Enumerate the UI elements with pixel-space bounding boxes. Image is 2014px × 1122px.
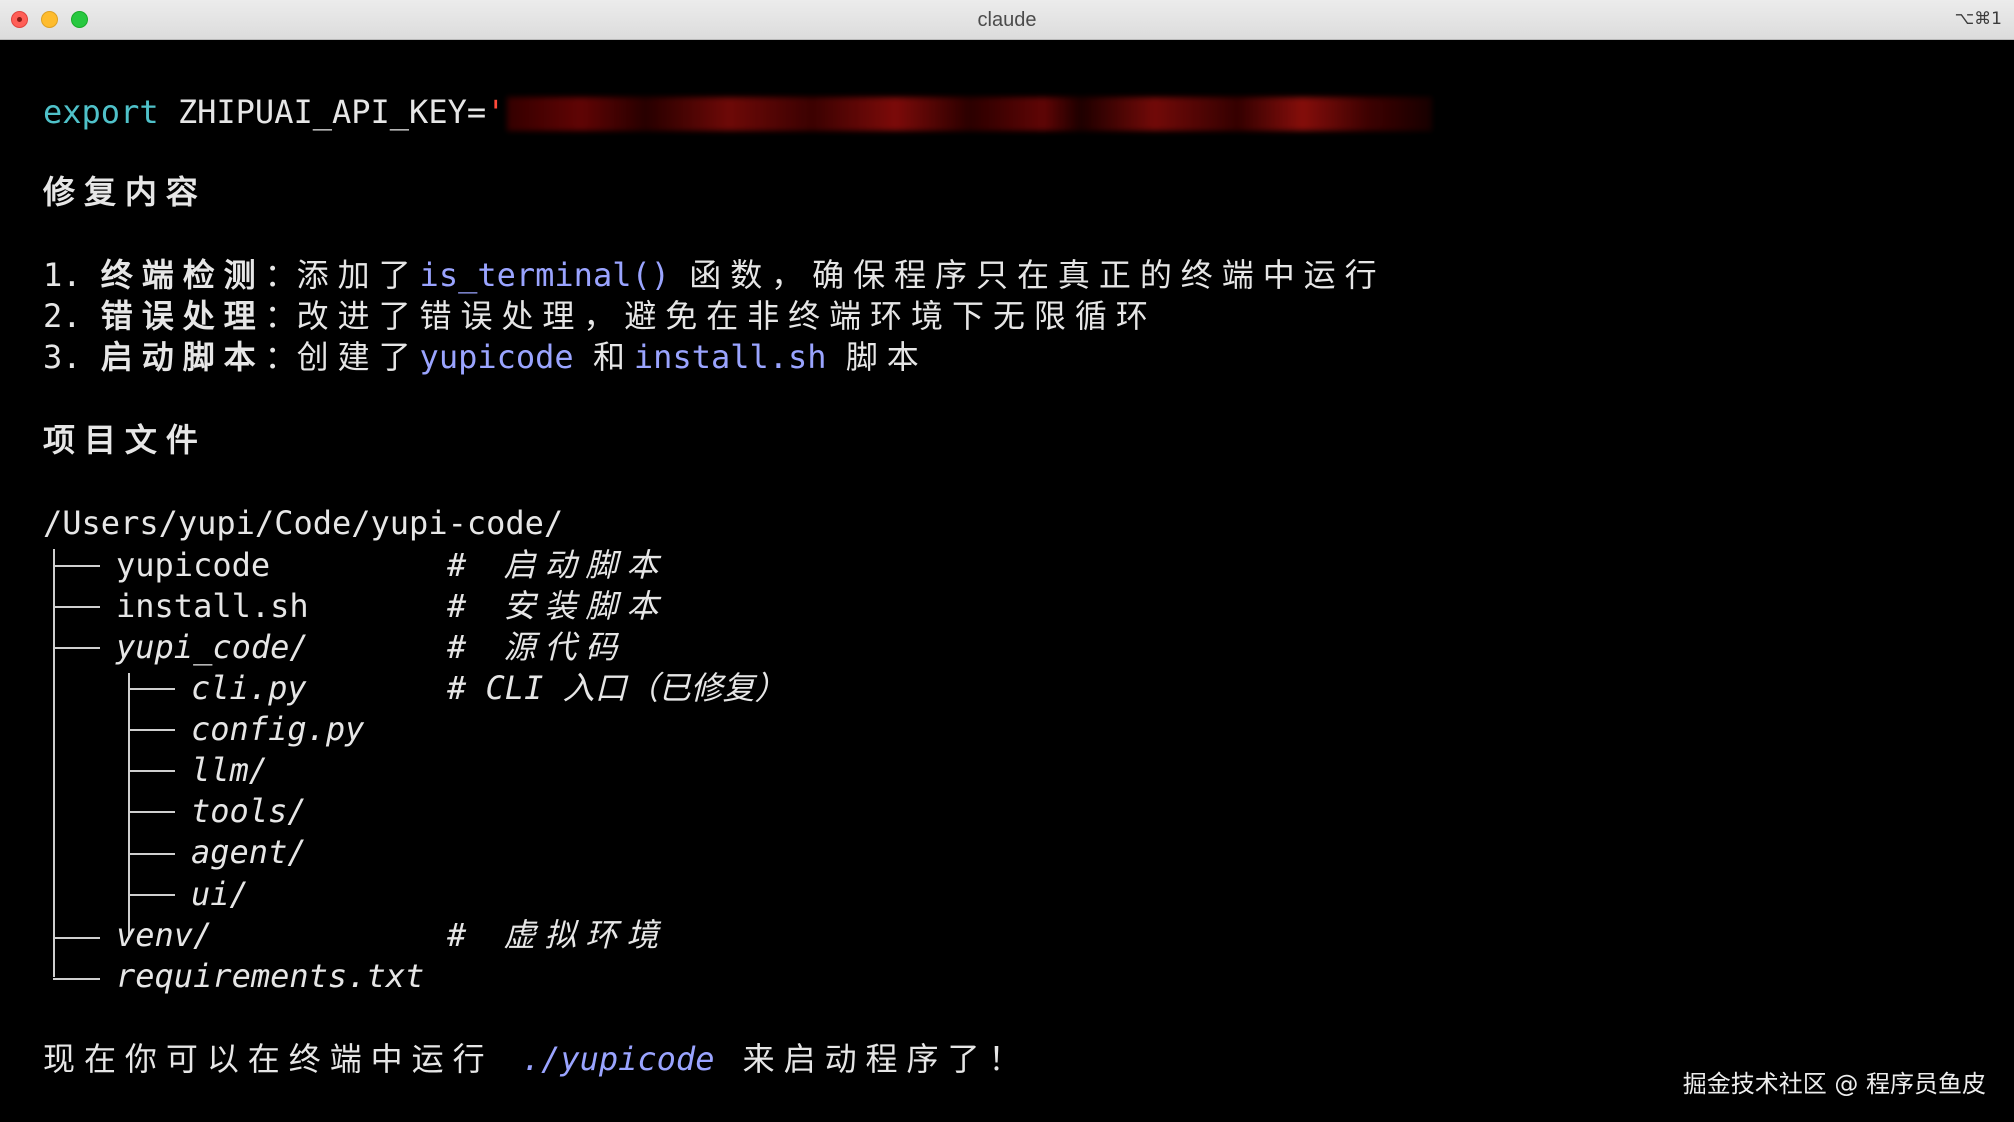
- tree-folder: venv/: [116, 916, 213, 954]
- tree-folder: yupi_code/: [116, 628, 309, 666]
- terminal-output[interactable]: export ZHIPUAI_API_KEY=' 修复内容 1. 终端检测：添加…: [0, 40, 2014, 1122]
- fix-item-number: 3.: [43, 338, 101, 376]
- final-message-command: ./yupicode: [521, 1040, 715, 1078]
- fix-item-text: 脚本: [845, 338, 928, 376]
- export-variable: ZHIPUAI_API_KEY=: [158, 93, 487, 131]
- fix-item-code: yupicode: [419, 338, 574, 376]
- fix-item-number: 1.: [43, 256, 101, 294]
- fix-item: 1. 终端检测：添加了is_terminal() 函数，确保程序只在真正的终端中…: [43, 255, 1386, 295]
- fix-item-number: 2.: [43, 297, 101, 335]
- fix-item-title: 启动脚本: [100, 338, 265, 376]
- tree-file: requirements.txt: [116, 957, 425, 995]
- fix-item-text: 改进了错误处理，避免在非终端环境下无限循环: [296, 297, 1157, 335]
- fix-item: 2. 错误处理：改进了错误处理，避免在非终端环境下无限循环: [43, 296, 1157, 336]
- fix-item-text: 和: [592, 338, 634, 376]
- terminal-window: claude ⌥⌘1 export ZHIPUAI_API_KEY=' 修复内容…: [0, 0, 2014, 1122]
- title-bar[interactable]: claude ⌥⌘1: [0, 0, 2014, 40]
- tree-file: yupicode: [116, 546, 271, 584]
- fix-item-text: 创建了: [296, 338, 420, 376]
- tree-comment: # 启动脚本: [447, 546, 668, 584]
- final-message: 现在你可以在终端中运行 ./yupicode 来启动程序了！: [43, 1039, 1029, 1079]
- tree-comment: # 虚拟环境: [447, 916, 668, 954]
- window-title: claude: [977, 9, 1037, 31]
- redacted-api-key: [507, 97, 1433, 131]
- watermark: 掘金技术社区 @ 程序员鱼皮: [1682, 1070, 1986, 1098]
- export-line: export ZHIPUAI_API_KEY=': [43, 92, 1433, 132]
- fix-item-title: 错误处理: [100, 297, 265, 335]
- fix-item-colon: ：: [264, 338, 297, 376]
- tree-folder: ui/: [191, 875, 249, 913]
- final-message-text: 来启动程序了！: [714, 1040, 1030, 1078]
- tree-folder: llm/: [191, 751, 269, 789]
- export-quote: ': [486, 93, 506, 131]
- tree-comment: # CLI 入口（已修复）: [447, 669, 787, 707]
- fix-item-text: 添加了: [296, 256, 420, 294]
- project-root-path: /Users/yupi/Code/yupi-code/: [43, 504, 564, 542]
- tree-file: config.py: [191, 710, 365, 748]
- tree-file: cli.py: [191, 669, 307, 707]
- fix-item-code: install.sh: [633, 338, 827, 376]
- tree-comment: # 源代码: [447, 628, 627, 666]
- tree-folder: tools/: [191, 792, 307, 830]
- fix-item-title: 终端检测: [100, 256, 265, 294]
- final-message-text: 现在你可以在终端中运行: [43, 1040, 522, 1078]
- tree-file: install.sh: [116, 587, 309, 625]
- files-heading: 项目文件: [43, 421, 207, 459]
- tree-comment: # 安装脚本: [447, 587, 668, 625]
- fix-item: 3. 启动脚本：创建了yupicode 和install.sh 脚本: [43, 337, 928, 377]
- fix-item-colon: ：: [264, 256, 297, 294]
- fix-item-code: is_terminal(): [419, 256, 670, 294]
- export-keyword: export: [43, 93, 159, 131]
- fix-item-colon: ：: [264, 297, 297, 335]
- window-shortcut: ⌥⌘1: [1954, 9, 2002, 29]
- tree-folder: agent/: [191, 833, 307, 871]
- fix-heading: 修复内容: [43, 173, 207, 211]
- fix-item-text: 函数，确保程序只在真正的终端中运行: [689, 256, 1386, 294]
